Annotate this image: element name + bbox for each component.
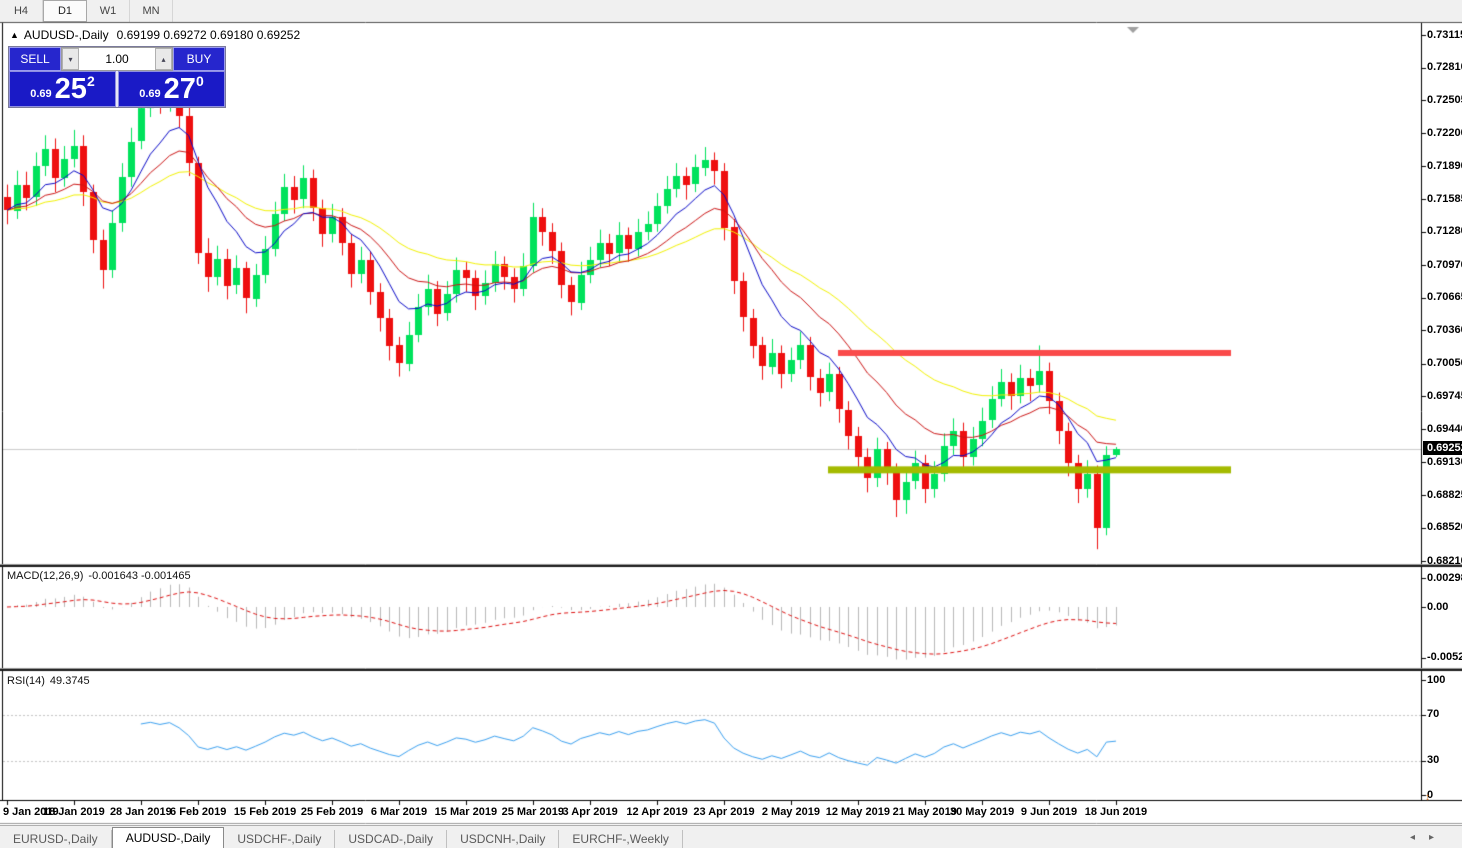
- date-tick-label: 6 Mar 2019: [371, 806, 427, 818]
- date-tick-label: 2 May 2019: [762, 806, 820, 818]
- volume-increase-button[interactable]: ▴: [155, 48, 172, 70]
- sell-price-big: 25: [55, 74, 87, 104]
- chart-tabs-bar: EURUSD-,DailyAUDUSD-,DailyUSDCHF-,DailyU…: [0, 825, 1462, 848]
- price-tick-label: 0.73115: [1427, 29, 1462, 41]
- price-tick-label: 0.69440: [1427, 423, 1462, 435]
- price-tick-label: 0.72810: [1427, 61, 1462, 73]
- macd-tick-label: -0.005256: [1427, 651, 1462, 663]
- date-tick-label: 30 May 2019: [950, 806, 1014, 818]
- price-tick-label: 0.68825: [1427, 489, 1462, 501]
- price-tick-label: 0.72505: [1427, 94, 1462, 106]
- sell-button[interactable]: SELL: [9, 47, 61, 71]
- date-tick-label: 12 Apr 2019: [626, 806, 687, 818]
- date-tick-label: 28 Jan 2019: [110, 806, 172, 818]
- price-tick-label: 0.70360: [1427, 324, 1462, 336]
- date-tick-label: 23 Apr 2019: [693, 806, 754, 818]
- volume-decrease-button[interactable]: ▾: [62, 48, 79, 70]
- date-tick-label: 15 Mar 2019: [435, 806, 497, 818]
- price-tick-label: 0.72200: [1427, 127, 1462, 139]
- one-click-trading-panel: SELL ▾ ▴ BUY 0.69 25 2 0.69 27 0: [8, 46, 226, 108]
- macd-tick-label: 0.00: [1427, 601, 1448, 613]
- chart-tab-usdcnh[interactable]: USDCNH-,Daily: [447, 830, 559, 848]
- macd-tick-label: 0.002984: [1427, 572, 1462, 584]
- chart-title: ▲ AUDUSD-,Daily 0.69199 0.69272 0.69180 0.…: [10, 28, 300, 42]
- tab-scroll-arrows[interactable]: ◂▸: [1410, 832, 1448, 843]
- date-tick-label: 18 Jun 2019: [1085, 806, 1147, 818]
- axis-drag-icon[interactable]: ↕: [1425, 792, 1430, 803]
- mt4-window: H4D1W1MN ▲AUDUSD-,Daily0.69199 0.69272 0…: [0, 0, 1462, 848]
- chart-tab-eurchf[interactable]: EURCHF-,Weekly: [559, 830, 682, 848]
- chart-canvas[interactable]: [0, 0, 1462, 848]
- date-tick-label: 15 Feb 2019: [234, 806, 296, 818]
- symbol-label: AUDUSD-,Daily: [24, 28, 109, 42]
- rsi-tick-label: 70: [1427, 708, 1439, 720]
- buy-button[interactable]: BUY: [173, 47, 225, 71]
- volume-input[interactable]: [79, 48, 155, 70]
- rsi-tick-label: 100: [1427, 674, 1445, 686]
- chart-tab-eurusd[interactable]: EURUSD-,Daily: [0, 830, 112, 848]
- rsi-value: 49.3745: [50, 675, 90, 687]
- macd-indicator-label: MACD(12,26,9) -0.001643 -0.001465: [7, 570, 191, 582]
- price-tick-label: 0.71890: [1427, 160, 1462, 172]
- buy-price-pipette: 0: [196, 73, 204, 89]
- date-tick-label: 25 Mar 2019: [502, 806, 564, 818]
- ohlc-values: 0.69199 0.69272 0.69180 0.69252: [117, 28, 301, 42]
- date-tick-label: 3 Apr 2019: [563, 806, 618, 818]
- buy-price-big: 27: [164, 74, 196, 104]
- collapse-arrow-icon[interactable]: ▲: [10, 30, 19, 40]
- date-tick-label: 21 May 2019: [893, 806, 957, 818]
- chart-tab-usdcad[interactable]: USDCAD-,Daily: [335, 830, 447, 848]
- chart-tab-usdchf[interactable]: USDCHF-,Daily: [224, 830, 335, 848]
- rsi-name: RSI(14): [7, 675, 45, 687]
- sell-price-pipette: 2: [87, 73, 95, 89]
- rsi-indicator-label: RSI(14) 49.3745: [7, 675, 90, 687]
- rsi-tick-label: 30: [1427, 754, 1439, 766]
- price-tick-label: 0.69745: [1427, 390, 1462, 402]
- sell-price-prefix: 0.69: [30, 88, 51, 100]
- sell-price-box[interactable]: 0.69 25 2: [9, 71, 116, 107]
- price-tick-label: 0.71585: [1427, 193, 1462, 205]
- date-tick-label: 18 Jan 2019: [43, 806, 105, 818]
- price-tick-label: 0.70970: [1427, 259, 1462, 271]
- date-tick-label: 9 Jun 2019: [1021, 806, 1077, 818]
- current-price-badge: 0.69252: [1423, 441, 1462, 455]
- buy-price-prefix: 0.69: [139, 88, 160, 100]
- price-tick-label: 0.70665: [1427, 291, 1462, 303]
- date-tick-label: 6 Feb 2019: [170, 806, 226, 818]
- volume-spinner: ▾ ▴: [61, 47, 173, 71]
- chart-tab-audusd[interactable]: AUDUSD-,Daily: [112, 827, 225, 848]
- date-tick-label: 25 Feb 2019: [301, 806, 363, 818]
- macd-values: -0.001643 -0.001465: [88, 570, 190, 582]
- price-tick-label: 0.68210: [1427, 555, 1462, 567]
- price-tick-label: 0.69130: [1427, 456, 1462, 468]
- macd-name: MACD(12,26,9): [7, 570, 83, 582]
- date-tick-label: 12 May 2019: [826, 806, 890, 818]
- price-tick-label: 0.71280: [1427, 225, 1462, 237]
- price-tick-label: 0.70050: [1427, 357, 1462, 369]
- price-tick-label: 0.68520: [1427, 521, 1462, 533]
- buy-price-box[interactable]: 0.69 27 0: [118, 71, 225, 107]
